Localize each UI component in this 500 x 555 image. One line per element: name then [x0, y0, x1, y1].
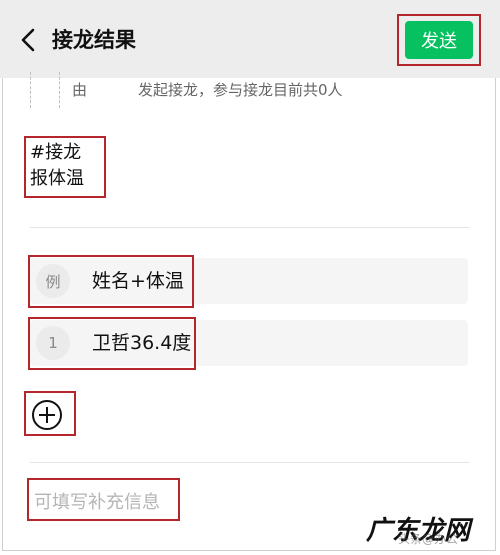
initiator-description: 发起接龙，参与接龙目前共0人	[138, 81, 343, 99]
watermark-author: 头条@办公	[398, 532, 459, 546]
topic-line-1: #接龙	[30, 142, 82, 163]
entry-highlight	[28, 255, 194, 308]
page-title: 接龙结果	[52, 28, 136, 52]
divider	[30, 462, 470, 463]
topic-text[interactable]: #接龙 报体温	[30, 140, 84, 192]
avatar	[30, 72, 60, 108]
app-header: 接龙结果 发送	[0, 0, 500, 78]
topic-line-2: 报体温	[30, 168, 84, 189]
entry-highlight	[28, 317, 196, 370]
initiator-prefix: 由	[72, 81, 88, 99]
send-highlight: 发送	[397, 14, 481, 66]
add-highlight	[24, 391, 76, 436]
divider	[30, 227, 470, 228]
send-button[interactable]: 发送	[405, 21, 473, 59]
initiator-row: 由 发起接龙，参与接龙目前共0人	[30, 72, 490, 108]
supplement-highlight	[27, 478, 180, 521]
chevron-left-icon	[21, 28, 35, 52]
back-button[interactable]	[14, 24, 42, 56]
